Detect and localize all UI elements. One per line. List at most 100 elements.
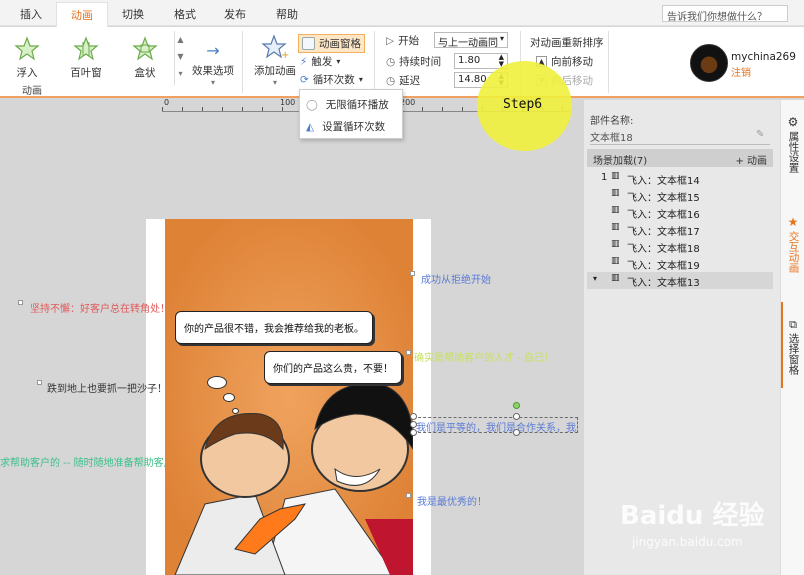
start-label: 开始 (398, 35, 420, 47)
delay-row: ◷ 延迟 (386, 73, 420, 88)
tab-properties-label: 属性设置 (787, 131, 800, 173)
duration-label: 持续时间 (399, 56, 442, 68)
loop-count-button[interactable]: ⟳ 循环次数 ▾ (300, 72, 363, 87)
side-tab-bar: ⚙ 属性设置 ★ 交互动画 ⧉ 选择窗格 (780, 100, 804, 575)
selected-text-box[interactable]: 我们是平等的，我们是合作关系，我们 (413, 417, 578, 434)
add-animation-link[interactable]: + 动画 (735, 152, 767, 167)
tab-help[interactable]: 帮助 (276, 6, 298, 22)
baidu-watermark: Baidu 经验 (620, 501, 765, 531)
active-tab-indicator (781, 302, 783, 388)
tab-format[interactable]: 格式 (174, 6, 196, 22)
text-anchor[interactable] (37, 380, 42, 385)
tab-publish[interactable]: 发布 (224, 6, 246, 22)
rotate-handle[interactable] (513, 402, 520, 409)
animation-row[interactable]: ▥ 飞入：文本框15 (587, 187, 773, 204)
speech-bubble-2[interactable]: 你们的产品这么贵，不要！ (264, 351, 402, 384)
scene-load-label: 场景加载(7) (593, 156, 648, 167)
effect-options-button[interactable]: → 效果选项 ▾ (192, 39, 234, 88)
clock-icon: ◷ (386, 74, 396, 87)
ribbon-tab-bar: 插入 动画 切换 格式 发布 帮助 告诉我们你想做什么？ (0, 0, 804, 29)
search-input[interactable]: 告诉我们你想做什么？ (662, 5, 788, 22)
ribbon-divider (242, 31, 243, 93)
infinite-loop-icon: ◯ (306, 98, 318, 111)
arrow-right-icon: → (206, 40, 220, 60)
text-anchor[interactable] (18, 300, 23, 305)
ribbon-divider (374, 31, 375, 93)
resize-handle[interactable] (410, 421, 417, 428)
fly-in-icon: ▥ (611, 171, 620, 181)
floating-text[interactable]: 求帮助客户的 -- 随时随地准备帮助客户！ (0, 454, 165, 469)
effect-options-label: 效果选项 (192, 65, 234, 77)
comic-poster-image (165, 219, 413, 575)
fly-in-icon: ▥ (611, 239, 620, 249)
fly-in-icon: ▥ (611, 188, 620, 198)
text-anchor[interactable] (406, 493, 411, 498)
speech-bubble-1[interactable]: 你的产品很不错，我会推荐给我的老板。 (175, 311, 373, 344)
chevron-down-icon: ▾ (499, 34, 504, 43)
floating-text[interactable]: 跌到地上也要抓一把沙子！ (47, 380, 167, 395)
menu-item-set-loop-count[interactable]: ◭ 设置循环次数 (306, 119, 385, 134)
clock-icon: ◷ (386, 55, 396, 68)
animation-row[interactable]: ▾ ▥ 飞入：文本框13 (587, 272, 773, 289)
animation-text: 飞入：文本框13 (627, 278, 700, 289)
star-box-icon (130, 35, 160, 63)
floating-text[interactable]: 坚持不懈：好客户总在转角处！ (30, 300, 170, 315)
floating-text[interactable]: 我是最优秀的！ (417, 493, 487, 508)
fly-in-icon: ▥ (611, 205, 620, 215)
resize-handle[interactable] (513, 413, 520, 420)
avatar[interactable] (690, 44, 728, 82)
star-icon: ★ (787, 215, 799, 229)
text-anchor[interactable] (410, 271, 415, 276)
ribbon-animation: 浮入 百叶窗 盒状 ▲ ▼ ▾ → 效果选项 ▾ 动画 + 添加动画 ▾ 动画窗格 … (0, 27, 804, 98)
tab-interaction-animation[interactable]: ★ 交互动画 (785, 215, 801, 274)
start-select[interactable]: 与上一动画同 ▾ (434, 32, 508, 49)
fly-in-icon: ▥ (611, 222, 620, 232)
menu-item-infinite-loop[interactable]: ◯ 无限循环播放 (306, 97, 389, 112)
trigger-label: 触发 (311, 56, 333, 68)
add-star-icon: + (260, 33, 290, 61)
effect-gallery-scroll[interactable]: ▲ ▼ ▾ (174, 31, 186, 85)
animation-row[interactable]: ▥ 飞入：文本框16 (587, 204, 773, 221)
animation-pane-label: 动画窗格 (319, 38, 361, 50)
thought-dot (232, 408, 239, 414)
floating-text[interactable]: 我们是平等的，我们是合作关系，我们 (416, 419, 576, 434)
effect-blinds-button[interactable]: 百叶窗 (66, 35, 106, 80)
resize-handle[interactable] (410, 413, 417, 420)
animation-pane-button[interactable]: 动画窗格 (298, 34, 365, 53)
edit-icon[interactable]: ✎ (756, 129, 764, 140)
chevron-down-icon[interactable]: ▾ (593, 274, 597, 283)
tab-insert[interactable]: 插入 (20, 6, 42, 22)
animation-row[interactable]: ▥ 飞入：文本框19 (587, 255, 773, 272)
resize-handle[interactable] (410, 429, 417, 436)
duration-value: 1.80 (458, 55, 481, 66)
ribbon-divider (608, 31, 609, 93)
trigger-button[interactable]: ⚡ 触发 ▾ (300, 54, 340, 69)
floating-text[interactable]: 成功从拒绝开始 (421, 271, 491, 286)
add-animation-button[interactable]: + 添加动画 ▾ (254, 33, 296, 87)
delay-label: 延迟 (399, 75, 421, 87)
animation-row[interactable]: ▥ 飞入：文本框18 (587, 238, 773, 255)
tab-transition[interactable]: 切换 (122, 6, 144, 22)
tab-animation[interactable]: 动画 (56, 2, 108, 29)
animation-row[interactable]: ▥ 飞入：文本框17 (587, 221, 773, 238)
step-label: Step6 (503, 97, 543, 112)
loop-count-icon: ◭ (306, 120, 315, 133)
loop-count-dropdown: ◯ 无限循环播放 ◭ 设置循环次数 (299, 89, 403, 139)
resize-handle[interactable] (513, 429, 520, 436)
component-name-label: 部件名称: (590, 116, 634, 127)
component-name-value[interactable]: 文本框18 (590, 129, 633, 144)
floating-text[interactable]: 确实是帮助客户的人才 - 自己！ (414, 349, 574, 364)
animation-text: 飞入：文本框15 (627, 193, 700, 204)
star-blinds-icon (71, 35, 101, 63)
svg-text:+: + (281, 50, 289, 60)
logout-link[interactable]: 注销 (731, 64, 751, 79)
text-anchor[interactable] (406, 350, 411, 355)
star-float-icon (12, 35, 42, 63)
tab-properties[interactable]: ⚙ 属性设置 (785, 116, 801, 174)
name-underline (590, 144, 770, 145)
tab-selection-pane[interactable]: ⧉ 选择窗格 (785, 318, 801, 375)
animation-text: 飞入：文本框18 (627, 244, 700, 255)
effect-float-button[interactable]: 浮入 (10, 35, 44, 80)
animation-row[interactable]: 1 ▥ 飞入：文本框14 (587, 170, 773, 187)
effect-box-button[interactable]: 盒状 (128, 35, 162, 80)
